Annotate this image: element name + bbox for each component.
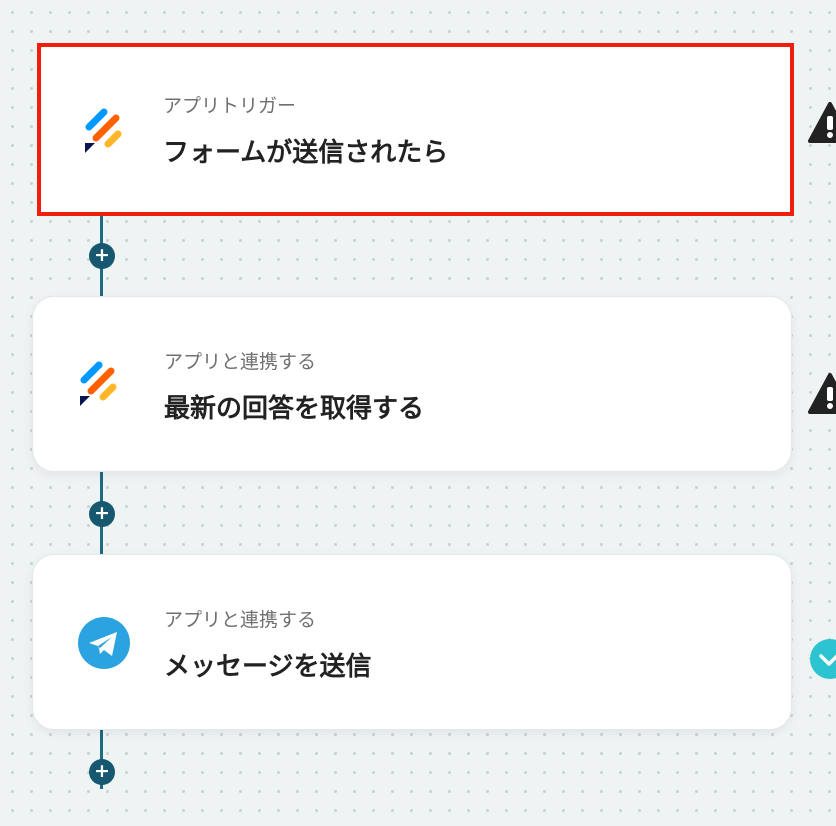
flow-step-card-action[interactable]: アプリと連携する 最新の回答を取得する (32, 296, 792, 472)
warning-icon[interactable] (806, 372, 836, 416)
jotform-icon (85, 108, 122, 153)
add-step-button[interactable]: + (89, 759, 115, 785)
flow-step-card-trigger[interactable]: アプリトリガー フォームが送信されたら (37, 43, 794, 216)
warning-icon[interactable] (806, 101, 836, 145)
jotform-icon (80, 361, 117, 406)
add-step-button[interactable]: + (89, 243, 115, 269)
step-type-label: アプリと連携する (164, 609, 317, 631)
flow-step-card-action[interactable]: アプリと連携する メッセージを送信 (32, 554, 792, 730)
add-step-button[interactable]: + (89, 501, 115, 527)
telegram-icon (78, 617, 130, 669)
step-type-label: アプリと連携する (164, 351, 317, 373)
step-title: フォームが送信されたら (163, 138, 449, 168)
step-title: 最新の回答を取得する (164, 394, 425, 424)
check-icon[interactable] (806, 637, 836, 681)
step-title: メッセージを送信 (164, 652, 372, 682)
step-type-label: アプリトリガー (163, 95, 297, 117)
